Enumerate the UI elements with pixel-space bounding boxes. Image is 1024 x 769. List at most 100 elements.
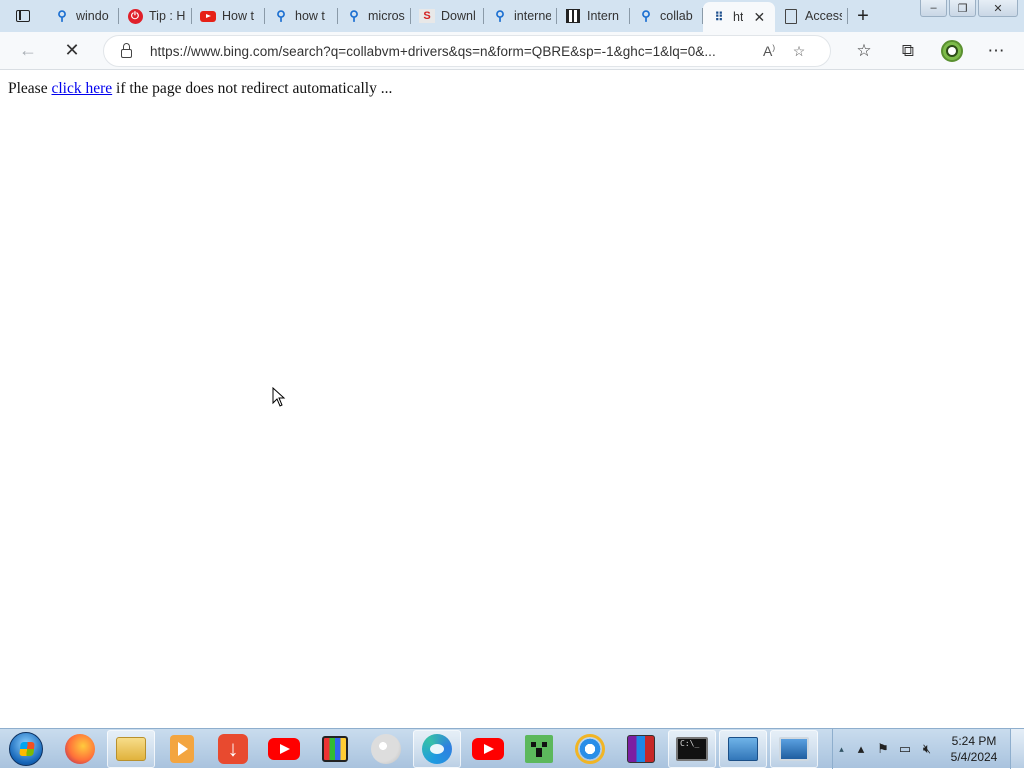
taskbar-app-explorer[interactable] bbox=[107, 729, 155, 768]
network-tray-icon[interactable]: ▭ bbox=[894, 729, 916, 769]
taskbar-app-media-player[interactable] bbox=[158, 730, 206, 768]
stop-icon: ✕ bbox=[64, 40, 80, 60]
browser-toolbar: ← ✕ https://www.bing.com/search?q=collab… bbox=[0, 32, 1024, 70]
collections-button[interactable]: ⧉ bbox=[890, 35, 926, 67]
taskbar-app-computer[interactable] bbox=[770, 729, 818, 768]
tab-label: How t bbox=[222, 9, 254, 23]
tab-internet-archive[interactable]: Intern bbox=[557, 2, 630, 30]
windows-logo-icon bbox=[9, 731, 43, 766]
tab-actions-button[interactable] bbox=[0, 0, 46, 32]
paint-icon bbox=[371, 733, 401, 764]
firefox-icon bbox=[65, 733, 95, 764]
search-icon: ⚲ bbox=[57, 8, 67, 23]
window-controls: – ❐ ✕ bbox=[920, 0, 1018, 17]
tab-download[interactable]: S Downl bbox=[411, 2, 484, 30]
network-icon bbox=[728, 736, 758, 761]
computer-icon bbox=[779, 736, 809, 761]
taskbar-app-ie[interactable] bbox=[566, 730, 614, 768]
taskbar-app-edge[interactable] bbox=[413, 729, 461, 768]
taskbar-apps: C:\_ bbox=[56, 729, 818, 768]
favorites-icon: ☆ bbox=[856, 41, 872, 60]
tab-label: Access bbox=[805, 9, 842, 23]
creeper-icon bbox=[525, 734, 553, 763]
archive-icon bbox=[566, 9, 580, 23]
search-icon: ⚲ bbox=[495, 8, 505, 23]
tab-collab[interactable]: ⚲ collab bbox=[630, 2, 703, 30]
read-aloud-icon[interactable]: A) bbox=[754, 43, 784, 59]
restore-button[interactable]: ❐ bbox=[949, 0, 976, 17]
power-icon: ⏻ bbox=[127, 8, 143, 24]
taskbar-app-winrar[interactable] bbox=[617, 730, 665, 768]
tab-windo[interactable]: ⚲ windo bbox=[46, 2, 119, 30]
taskbar-app-minecraft[interactable] bbox=[515, 730, 563, 768]
taskbar: C:\_ ▴ ▴ ⚑ ▭ 🔇︎ 5:24 PM 5/4/2024 bbox=[0, 728, 1024, 769]
tab-label: Intern bbox=[587, 9, 619, 23]
mouse-cursor-icon bbox=[272, 387, 286, 407]
add-favorite-icon[interactable]: ☆ bbox=[784, 43, 814, 60]
tab-access[interactable]: Access bbox=[775, 2, 848, 30]
folder-icon bbox=[116, 736, 146, 761]
new-tab-button[interactable]: + bbox=[848, 0, 878, 32]
winrar-icon bbox=[627, 734, 655, 763]
clock-time: 5:24 PM bbox=[951, 734, 997, 748]
stop-loading-button[interactable]: ✕ bbox=[54, 35, 90, 67]
clock-date: 5/4/2024 bbox=[950, 750, 998, 764]
tab-label: micros bbox=[368, 9, 405, 23]
tab-label: Tip : H bbox=[149, 9, 186, 23]
redirect-text-before: Please bbox=[8, 80, 52, 97]
settings-menu-button[interactable]: ⋯ bbox=[978, 35, 1014, 67]
youtube-icon bbox=[200, 10, 216, 22]
taskbar-app-cmd[interactable]: C:\_ bbox=[668, 729, 716, 768]
media-player-icon bbox=[170, 734, 194, 763]
taskbar-app-paint[interactable] bbox=[362, 730, 410, 768]
start-button[interactable] bbox=[6, 729, 46, 769]
tab-micros[interactable]: ⚲ micros bbox=[338, 2, 411, 30]
tab-active-loading[interactable]: ⠿ ht ✕ bbox=[703, 2, 775, 32]
favorites-button[interactable]: ☆ bbox=[846, 35, 882, 67]
tab-label: Downl bbox=[441, 9, 476, 23]
back-button[interactable]: ← bbox=[10, 35, 46, 67]
click-here-link[interactable]: click here bbox=[51, 80, 112, 97]
tab-tip[interactable]: ⏻ Tip : H bbox=[119, 2, 192, 30]
tab-how-to[interactable]: ⚲ how t bbox=[265, 2, 338, 30]
more-icon: ⋯ bbox=[987, 41, 1005, 60]
toolbar-right: ☆ ⧉ ⋯ bbox=[846, 35, 1014, 67]
taskbar-scroll-icon[interactable]: ▴ bbox=[832, 729, 850, 769]
address-bar[interactable]: https://www.bing.com/search?q=collabvm+d… bbox=[103, 35, 831, 67]
tab-how-to-video[interactable]: How t bbox=[192, 2, 265, 30]
youtube-icon bbox=[268, 737, 300, 760]
action-center-flag-icon[interactable]: ⚑ bbox=[872, 729, 894, 769]
tab-label: collab bbox=[660, 9, 693, 23]
taskbar-app-downloader[interactable] bbox=[209, 730, 257, 768]
close-window-button[interactable]: ✕ bbox=[978, 0, 1018, 17]
avatar bbox=[941, 40, 963, 62]
tab-interne[interactable]: ⚲ interne bbox=[484, 2, 557, 30]
download-site-icon: S bbox=[419, 9, 435, 23]
taskbar-app-network[interactable] bbox=[719, 729, 767, 768]
loading-icon: ⠿ bbox=[714, 10, 724, 24]
taskbar-app-youtube-2[interactable] bbox=[464, 730, 512, 768]
search-icon: ⚲ bbox=[349, 8, 359, 23]
show-hidden-icons-icon[interactable]: ▴ bbox=[850, 729, 872, 769]
collections-icon: ⧉ bbox=[901, 41, 915, 60]
command-prompt-icon: C:\_ bbox=[676, 736, 708, 761]
tab-actions-icon bbox=[16, 10, 30, 22]
redirect-message: Please click here if the page does not r… bbox=[8, 80, 392, 98]
tab-label: ht bbox=[733, 10, 744, 24]
tab-strip: ⚲ windo ⏻ Tip : H How t ⚲ how t ⚲ micros… bbox=[0, 0, 1024, 32]
taskbar-app-store[interactable] bbox=[311, 730, 359, 768]
minimize-button[interactable]: – bbox=[920, 0, 947, 17]
show-desktop-button[interactable] bbox=[1010, 729, 1024, 769]
tab-label: interne bbox=[514, 9, 551, 23]
back-arrow-icon: ← bbox=[19, 40, 37, 60]
redirect-text-after: if the page does not redirect automatica… bbox=[112, 80, 393, 97]
url-text[interactable]: https://www.bing.com/search?q=collabvm+d… bbox=[150, 44, 754, 59]
volume-muted-icon[interactable]: 🔇︎ bbox=[916, 729, 938, 769]
profile-button[interactable] bbox=[934, 35, 970, 67]
clock[interactable]: 5:24 PM 5/4/2024 bbox=[938, 733, 1010, 765]
lock-icon[interactable] bbox=[121, 42, 132, 58]
taskbar-app-firefox[interactable] bbox=[56, 730, 104, 768]
document-icon bbox=[785, 8, 797, 24]
taskbar-app-youtube[interactable] bbox=[260, 730, 308, 768]
close-tab-icon[interactable]: ✕ bbox=[753, 9, 765, 26]
